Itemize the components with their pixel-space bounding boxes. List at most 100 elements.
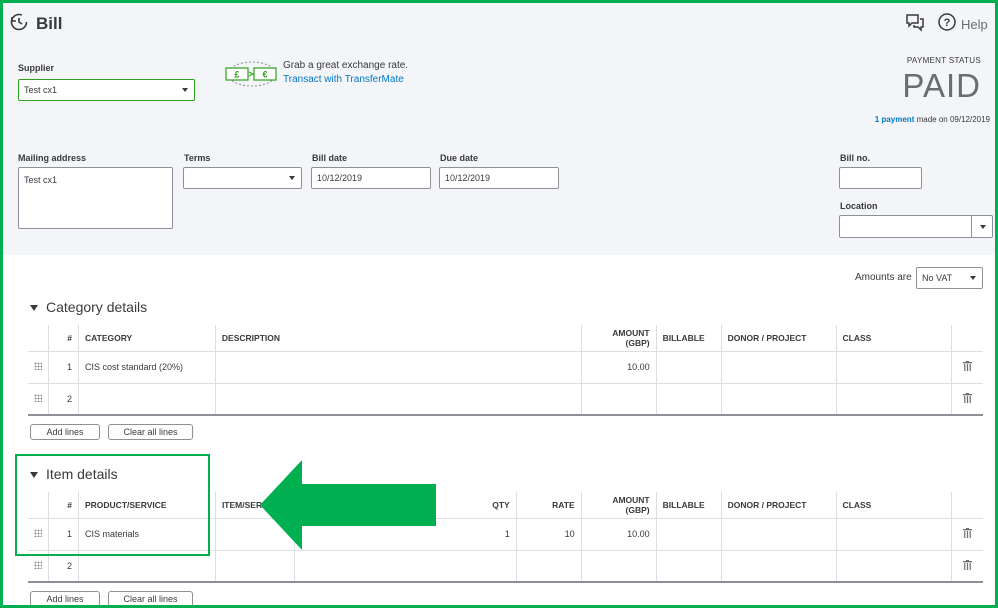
history-icon[interactable]	[9, 12, 29, 32]
location-select[interactable]	[839, 215, 993, 238]
amounts-select[interactable]: No VAT	[916, 267, 983, 289]
donor-project-cell[interactable]	[721, 550, 837, 583]
supplier-select[interactable]: Test cx1	[18, 79, 195, 101]
column-header: PRODUCT/SERVICE	[78, 492, 216, 519]
table-header-row: # PRODUCT/SERVICE ITEM/SER QTY RATE AMOU…	[28, 492, 983, 519]
header-trash	[951, 492, 983, 519]
description-cell[interactable]	[215, 383, 582, 416]
table-row[interactable]: 1 CIS cost standard (20%) 10.00	[28, 351, 983, 384]
category-details-title[interactable]: Category details	[46, 299, 147, 315]
class-cell[interactable]	[836, 351, 953, 384]
payment-count-link[interactable]: 1 payment	[875, 115, 915, 124]
payment-status-value: PAID	[902, 67, 981, 104]
bill-date-value: 10/12/2019	[317, 173, 363, 183]
category-cell[interactable]: CIS cost standard (20%)	[78, 351, 216, 384]
add-lines-button[interactable]: Add lines	[30, 591, 100, 607]
header-trash	[951, 325, 983, 352]
class-cell[interactable]	[836, 518, 953, 551]
amount-cell[interactable]: 10.00	[581, 351, 657, 384]
column-header: CLASS	[836, 492, 953, 519]
table-header-row: # CATEGORY DESCRIPTION AMOUNT (GBP) BILL…	[28, 325, 983, 352]
header-drag	[28, 325, 49, 352]
row-number: 2	[48, 383, 79, 416]
billable-cell[interactable]	[656, 518, 722, 551]
help-label[interactable]: Help	[961, 17, 988, 32]
drag-handle-icon[interactable]	[34, 529, 42, 537]
bill-no-label: Bill no.	[840, 153, 870, 163]
description-cell[interactable]	[215, 351, 582, 384]
payment-date-text: made on 09/12/2019	[916, 115, 990, 124]
mailing-address-field[interactable]: Test cx1	[18, 167, 173, 229]
clear-all-lines-button[interactable]: Clear all lines	[108, 591, 193, 607]
class-cell[interactable]	[836, 550, 953, 583]
table-row[interactable]: 1 CIS materials 1 10 10.00	[28, 518, 983, 551]
triangle-down-icon[interactable]	[30, 472, 38, 478]
billable-cell[interactable]	[656, 550, 722, 583]
amounts-are-label: Amounts are	[855, 272, 912, 283]
mailing-address-label: Mailing address	[18, 153, 87, 163]
item-description-cell[interactable]	[215, 550, 295, 583]
due-date-field[interactable]: 10/12/2019	[439, 167, 559, 189]
column-header: CLASS	[836, 325, 953, 352]
table-row[interactable]: 2	[28, 383, 983, 416]
drag-handle-icon[interactable]	[34, 560, 42, 569]
divider	[971, 216, 972, 237]
chat-icon[interactable]	[905, 12, 925, 32]
trash-icon[interactable]	[963, 392, 973, 403]
due-date-label: Due date	[440, 153, 479, 163]
trash-icon[interactable]	[963, 361, 973, 371]
rate-cell[interactable]	[516, 550, 582, 583]
class-cell[interactable]	[836, 383, 953, 416]
help-icon[interactable]: ?	[937, 12, 957, 32]
donor-project-cell[interactable]	[721, 383, 837, 416]
category-cell[interactable]	[78, 383, 216, 416]
amount-cell[interactable]	[581, 550, 657, 583]
mailing-address-value: Test cx1	[24, 175, 58, 185]
chevron-down-icon	[980, 224, 986, 229]
trash-icon[interactable]	[963, 528, 973, 538]
row-number: 2	[48, 550, 79, 583]
column-header: CATEGORY	[78, 325, 216, 352]
row-number: 1	[48, 518, 79, 551]
column-header: BILLABLE	[656, 325, 722, 352]
qty-cell[interactable]	[294, 550, 517, 583]
supplier-label: Supplier	[18, 63, 55, 73]
arrow-annotation	[260, 460, 436, 550]
chevron-down-icon	[289, 176, 295, 180]
item-table: # PRODUCT/SERVICE ITEM/SER QTY RATE AMOU…	[28, 492, 983, 583]
add-lines-button[interactable]: Add lines	[30, 424, 100, 440]
terms-label: Terms	[184, 153, 211, 163]
header-drag	[28, 492, 49, 519]
amounts-value: No VAT	[922, 273, 953, 283]
billable-cell[interactable]	[656, 351, 722, 384]
transfermate-link[interactable]: Transact with TransferMate	[283, 74, 404, 85]
promo-text: Grab a great exchange rate.	[283, 60, 409, 71]
bill-header: Bill ? Help Supplier Test cx1 £ € Grab a…	[3, 3, 995, 255]
product-cell[interactable]: CIS materials	[78, 518, 216, 551]
product-cell[interactable]	[78, 550, 216, 583]
drag-handle-icon[interactable]	[34, 362, 42, 370]
payment-status-label: PAYMENT STATUS	[906, 56, 981, 65]
donor-project-cell[interactable]	[721, 518, 837, 551]
bill-no-field[interactable]	[839, 167, 922, 189]
rate-cell[interactable]: 10	[516, 518, 582, 551]
trash-icon[interactable]	[963, 559, 973, 570]
column-header: AMOUNT (GBP)	[581, 325, 657, 352]
clear-all-lines-button[interactable]: Clear all lines	[108, 424, 193, 440]
amount-cell[interactable]	[581, 383, 657, 416]
due-date-value: 10/12/2019	[445, 173, 491, 183]
supplier-value: Test cx1	[24, 85, 58, 95]
donor-project-cell[interactable]	[721, 351, 837, 384]
column-header: DONOR / PROJECT	[721, 325, 837, 352]
terms-select[interactable]	[183, 167, 302, 189]
table-row[interactable]: 2	[28, 550, 983, 583]
amount-cell[interactable]: 10.00	[581, 518, 657, 551]
triangle-down-icon[interactable]	[30, 305, 38, 311]
bill-date-label: Bill date	[312, 153, 348, 163]
column-header: AMOUNT (GBP)	[581, 492, 657, 519]
item-details-title[interactable]: Item details	[46, 466, 118, 482]
bill-date-field[interactable]: 10/12/2019	[311, 167, 431, 189]
column-header: #	[48, 492, 79, 519]
drag-handle-icon[interactable]	[34, 393, 42, 402]
billable-cell[interactable]	[656, 383, 722, 416]
